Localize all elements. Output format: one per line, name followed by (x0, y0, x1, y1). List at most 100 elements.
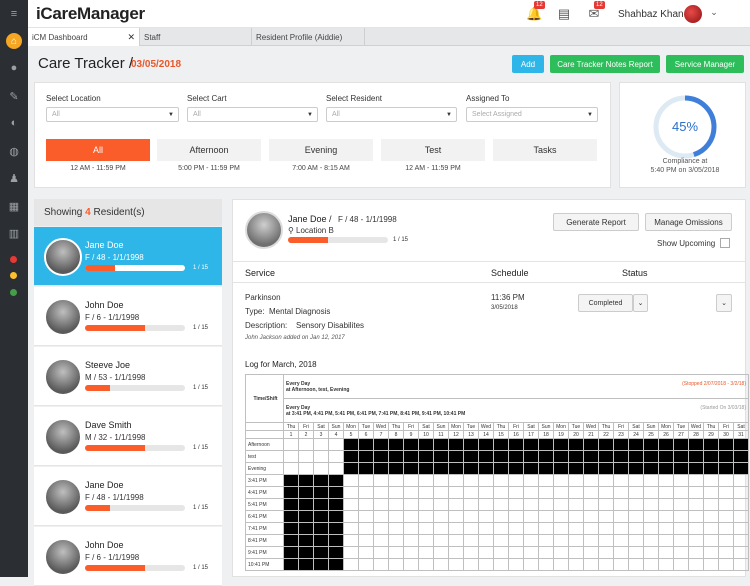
log-cell[interactable] (298, 450, 314, 463)
log-cell[interactable] (313, 558, 329, 571)
log-cell[interactable] (658, 534, 674, 547)
log-cell[interactable] (463, 498, 479, 511)
resident-list-item[interactable]: Jane Doe F / 48 - 1/1/1998 1 / 15 (34, 227, 222, 286)
log-cell[interactable] (703, 462, 719, 475)
log-cell[interactable] (598, 498, 614, 511)
log-cell[interactable] (343, 498, 359, 511)
log-cell[interactable] (343, 462, 359, 475)
log-cell[interactable] (658, 510, 674, 523)
log-cell[interactable] (733, 450, 749, 463)
log-cell[interactable] (463, 438, 479, 451)
shift-tab-all[interactable]: All (46, 139, 150, 161)
log-cell[interactable] (628, 510, 644, 523)
log-cell[interactable] (418, 498, 434, 511)
log-cell[interactable] (733, 498, 749, 511)
log-cell[interactable] (613, 498, 629, 511)
log-cell[interactable] (568, 462, 584, 475)
log-cell[interactable] (388, 438, 404, 451)
log-cell[interactable] (493, 474, 509, 487)
log-cell[interactable] (733, 534, 749, 547)
log-cell[interactable] (523, 558, 539, 571)
dashboard-icon[interactable]: ◐ (0, 113, 28, 133)
location-select[interactable]: All ▼ (46, 107, 179, 122)
log-cell[interactable] (493, 558, 509, 571)
log-cell[interactable] (598, 450, 614, 463)
log-cell[interactable] (313, 534, 329, 547)
log-cell[interactable] (283, 522, 299, 535)
log-cell[interactable] (568, 510, 584, 523)
log-cell[interactable] (328, 498, 344, 511)
log-cell[interactable] (493, 486, 509, 499)
log-cell[interactable] (718, 522, 734, 535)
log-cell[interactable] (568, 450, 584, 463)
log-cell[interactable] (448, 558, 464, 571)
log-cell[interactable] (523, 534, 539, 547)
log-cell[interactable] (328, 486, 344, 499)
log-cell[interactable] (478, 450, 494, 463)
log-cell[interactable] (493, 510, 509, 523)
resident-list-item[interactable]: John Doe F / 6 - 1/1/1998 1 / 15 (34, 527, 222, 586)
log-cell[interactable] (508, 498, 524, 511)
document-icon[interactable]: ▤ (556, 6, 572, 22)
log-cell[interactable] (448, 486, 464, 499)
log-cell[interactable] (418, 534, 434, 547)
log-cell[interactable] (478, 522, 494, 535)
log-cell[interactable] (568, 534, 584, 547)
log-cell[interactable] (478, 462, 494, 475)
calendar-icon[interactable]: ▦ (0, 196, 28, 216)
log-cell[interactable] (388, 498, 404, 511)
log-cell[interactable] (448, 534, 464, 547)
log-cell[interactable] (388, 462, 404, 475)
log-cell[interactable] (673, 510, 689, 523)
tab-icm-dashboard[interactable]: iCM Dashboard ✕ (28, 28, 140, 46)
chart-icon[interactable]: ▥ (0, 223, 28, 243)
log-cell[interactable] (643, 546, 659, 559)
edit-icon[interactable]: ✎ (0, 86, 28, 106)
log-cell[interactable] (283, 462, 299, 475)
log-cell[interactable] (643, 498, 659, 511)
log-cell[interactable] (718, 498, 734, 511)
tab-resident-profile[interactable]: Resident Profile (Aiddie) (252, 28, 365, 46)
log-cell[interactable] (343, 522, 359, 535)
log-cell[interactable] (478, 474, 494, 487)
log-cell[interactable] (703, 498, 719, 511)
log-cell[interactable] (538, 510, 554, 523)
shift-tab-test[interactable]: Test (381, 139, 485, 161)
log-cell[interactable] (523, 546, 539, 559)
log-cell[interactable] (433, 546, 449, 559)
log-cell[interactable] (283, 510, 299, 523)
log-cell[interactable] (583, 558, 599, 571)
log-cell[interactable] (598, 558, 614, 571)
log-cell[interactable] (328, 546, 344, 559)
log-cell[interactable] (373, 462, 389, 475)
close-icon[interactable]: ✕ (127, 32, 135, 43)
log-cell[interactable] (508, 462, 524, 475)
log-cell[interactable] (523, 474, 539, 487)
log-cell[interactable] (628, 498, 644, 511)
log-cell[interactable] (658, 558, 674, 571)
log-cell[interactable] (553, 474, 569, 487)
log-cell[interactable] (508, 438, 524, 451)
log-cell[interactable] (553, 498, 569, 511)
log-cell[interactable] (448, 498, 464, 511)
log-cell[interactable] (688, 438, 704, 451)
log-cell[interactable] (508, 510, 524, 523)
log-cell[interactable] (448, 438, 464, 451)
log-cell[interactable] (643, 438, 659, 451)
log-cell[interactable] (403, 522, 419, 535)
assigned-select[interactable]: Select Assigned ▼ (466, 107, 598, 122)
log-cell[interactable] (388, 522, 404, 535)
log-cell[interactable] (313, 510, 329, 523)
log-cell[interactable] (523, 498, 539, 511)
status-dropdown-chevron-icon[interactable]: ⌄ (633, 294, 648, 312)
log-cell[interactable] (298, 558, 314, 571)
log-cell[interactable] (508, 546, 524, 559)
log-cell[interactable] (478, 498, 494, 511)
log-cell[interactable] (703, 450, 719, 463)
log-cell[interactable] (343, 546, 359, 559)
log-cell[interactable] (328, 450, 344, 463)
manage-omissions-button[interactable]: Manage Omissions (645, 213, 732, 231)
log-cell[interactable] (613, 486, 629, 499)
log-cell[interactable] (688, 474, 704, 487)
log-cell[interactable] (583, 498, 599, 511)
